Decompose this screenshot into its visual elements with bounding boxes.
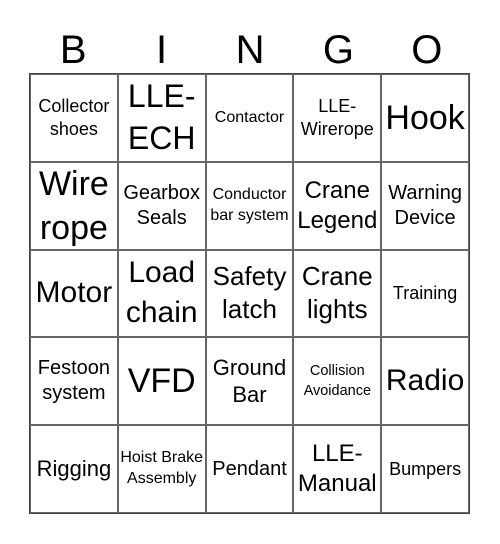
bingo-cell[interactable]: Ground Bar <box>205 337 294 426</box>
bingo-grid: Collector shoes LLE- ECH Contactor LLE- … <box>29 73 470 514</box>
bingo-cell[interactable]: Gearbox Seals <box>117 161 206 250</box>
bingo-cell[interactable]: Pendant <box>205 425 294 513</box>
bingo-cell[interactable]: VFD <box>117 337 206 426</box>
bingo-cell[interactable]: Contactor <box>205 74 294 162</box>
bingo-cell[interactable]: LLE- ECH <box>117 74 206 162</box>
bingo-cell[interactable]: Hook <box>381 74 469 162</box>
bingo-cell[interactable]: Warning Device <box>381 161 469 250</box>
bingo-cell[interactable]: Radio <box>381 337 469 426</box>
bingo-cell[interactable]: Collector shoes <box>30 74 118 162</box>
bingo-cell[interactable]: Safety latch <box>205 249 294 338</box>
bingo-header: B I N G O <box>29 28 471 73</box>
bingo-cell[interactable]: Load chain <box>117 249 206 338</box>
bingo-cell[interactable]: Hoist Brake Assembly <box>117 425 206 513</box>
bingo-cell[interactable]: Crane lights <box>293 249 382 338</box>
bingo-cell[interactable]: LLE- Wirerope <box>293 74 382 162</box>
bingo-cell[interactable]: Wire rope <box>30 161 118 250</box>
header-letter-b: B <box>59 28 87 72</box>
bingo-cell[interactable]: LLE- Manual <box>293 425 382 513</box>
bingo-cell[interactable]: Conductor bar system <box>205 161 294 250</box>
bingo-cell[interactable]: Motor <box>30 249 118 338</box>
bingo-cell[interactable]: Rigging <box>30 425 118 513</box>
bingo-cell[interactable]: Training <box>381 249 469 338</box>
header-letter-i: I <box>156 28 168 72</box>
bingo-cell[interactable]: Collision Avoidance <box>293 337 382 426</box>
bingo-cell[interactable]: Crane Legend <box>293 161 382 250</box>
bingo-cell[interactable]: Festoon system <box>30 337 118 426</box>
bingo-cell[interactable]: Bumpers <box>381 425 469 513</box>
header-letter-g: G <box>322 28 354 72</box>
header-letter-o: O <box>411 28 443 72</box>
header-letter-n: N <box>235 28 265 72</box>
